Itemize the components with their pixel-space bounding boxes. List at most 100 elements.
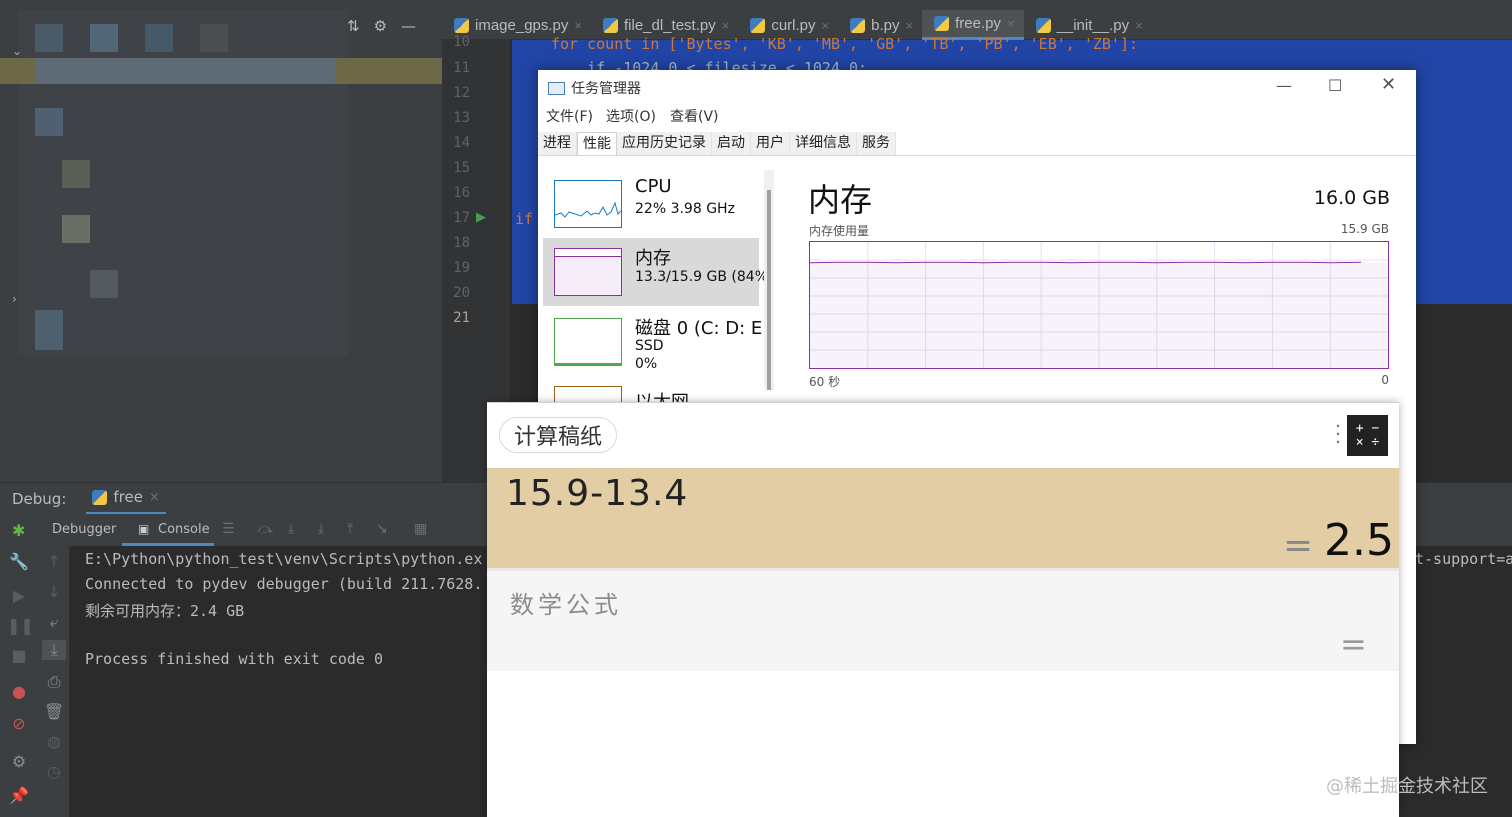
evaluate-icon[interactable]: ▦	[414, 521, 427, 537]
step-over-icon[interactable]: ⤼	[258, 521, 273, 537]
formula-area[interactable]	[487, 568, 1399, 671]
tab-label: free.py	[955, 15, 1001, 32]
close-icon[interactable]: ×	[722, 18, 730, 33]
tab-performance[interactable]: 性能	[577, 132, 617, 156]
settings-gear-icon[interactable]: ⚙	[7, 752, 31, 771]
memory-capacity: 16.0 GB	[1313, 187, 1390, 209]
project-pane[interactable]: ⌄ › ⇅ ⚙ —	[0, 10, 442, 482]
line-number: 19	[453, 260, 470, 276]
pixel-block	[35, 24, 63, 52]
task-manager-titlebar: 任务管理器	[548, 78, 641, 98]
mute-breakpoints-icon[interactable]: ⊘	[7, 714, 31, 733]
stop-icon[interactable]: ■	[7, 646, 31, 665]
resume-icon[interactable]: ▶	[7, 586, 31, 605]
perf-item-name: 内存	[635, 248, 671, 269]
line-number: 20	[453, 285, 470, 301]
memory-usage-fill	[810, 262, 1388, 368]
menu-icon[interactable]: ☰	[222, 521, 235, 537]
formula-input[interactable]: 数学公式	[510, 585, 622, 620]
scrollbar-thumb[interactable]	[767, 190, 771, 390]
calculator-mode-icon[interactable]: + − × ÷	[1347, 415, 1388, 456]
step-into-icon[interactable]: ⤓	[288, 521, 294, 537]
expand-arrow-icon[interactable]: ›	[12, 292, 17, 306]
code-line: if	[515, 210, 534, 228]
line-number: 14	[453, 135, 470, 151]
restore-layout-icon[interactable]: ◍	[42, 732, 66, 751]
bug-icon[interactable]: ✱	[12, 521, 25, 540]
step-into-my-code-icon[interactable]: ⤓	[318, 521, 324, 537]
debug-label: Debug:	[12, 489, 67, 508]
axis-right-label: 0	[1381, 373, 1389, 387]
soft-wrap-icon[interactable]: ⤶	[42, 612, 66, 632]
trash-icon[interactable]: 🗑	[42, 702, 66, 721]
pixel-block	[200, 24, 228, 52]
tab-console[interactable]: ▣ Console	[122, 514, 214, 546]
close-icon[interactable]: ×	[822, 18, 830, 33]
maximize-icon[interactable]: ☐	[1328, 76, 1342, 95]
pixel-block	[90, 24, 118, 52]
scroll-to-end-icon[interactable]: ⤓	[42, 640, 66, 660]
gear-icon[interactable]: ⚙	[374, 17, 387, 35]
collapse-all-icon[interactable]: ⇅	[347, 17, 360, 35]
tab-details[interactable]: 详细信息	[790, 132, 857, 156]
tab-startup[interactable]: 启动	[712, 132, 751, 156]
menu-file[interactable]: 文件(F)	[546, 106, 593, 126]
close-icon[interactable]: ✕	[1381, 74, 1396, 95]
line-number: 10	[453, 34, 470, 50]
wrench-icon[interactable]: 🔧	[7, 552, 31, 571]
perf-item-detail: SSD	[635, 338, 664, 354]
line-number: 13	[453, 110, 470, 126]
console-line: 剩余可用内存：2.4 GB	[85, 602, 245, 620]
perf-item-disk[interactable]: 磁盘 0 (C: D: E: SSD 0%	[543, 308, 768, 376]
collapse-arrow-icon[interactable]: ⌄	[12, 44, 22, 58]
close-icon[interactable]: ×	[1135, 18, 1143, 33]
perf-item-detail: 22% 3.98 GHz	[635, 201, 735, 217]
pixel-block	[145, 24, 173, 52]
task-manager-tabs: 进程 性能 应用历史记录 启动 用户 详细信息 服务	[538, 132, 896, 156]
down-arrow-icon[interactable]: ↓	[42, 582, 66, 601]
menu-options[interactable]: 选项(O)	[606, 106, 656, 126]
pause-icon[interactable]: ❚❚	[7, 616, 34, 635]
tab-debugger[interactable]: Debugger	[52, 522, 116, 537]
tab-processes[interactable]: 进程	[538, 132, 577, 156]
up-arrow-icon[interactable]: ↑	[42, 552, 66, 571]
step-out-icon[interactable]: ⤒	[347, 521, 353, 537]
run-gutter-icon[interactable]: ▶	[476, 210, 486, 225]
python-file-icon	[603, 17, 618, 33]
menu-view[interactable]: 查看(V)	[670, 106, 719, 126]
clock-icon[interactable]: ◷	[42, 762, 66, 781]
pixel-block	[35, 310, 63, 350]
close-icon[interactable]: ×	[149, 490, 160, 505]
close-icon[interactable]: ×	[574, 18, 582, 33]
tab-services[interactable]: 服务	[857, 132, 896, 156]
close-icon[interactable]: ×	[1007, 16, 1015, 31]
line-number: 21	[453, 310, 470, 326]
tab-users[interactable]: 用户	[751, 132, 790, 156]
breakpoints-icon[interactable]: ●	[7, 682, 31, 701]
minimize-icon[interactable]: —	[1276, 76, 1292, 95]
axis-left-label: 60 秒	[809, 375, 841, 389]
tab-app-history[interactable]: 应用历史记录	[617, 132, 712, 156]
close-icon[interactable]: ×	[905, 18, 913, 33]
more-options-icon[interactable]: · · ·	[1335, 418, 1341, 452]
perf-item-memory[interactable]: 内存 13.3/15.9 GB (84%)	[543, 238, 773, 306]
perf-item-name: 磁盘 0 (C: D: E:	[635, 318, 769, 339]
minimize-pane-icon[interactable]: —	[401, 17, 416, 35]
calculator-title-text: 计算稿纸	[514, 425, 603, 450]
result-value: 2.5	[1324, 515, 1394, 566]
calculator-mode-icon-glyphs: + − × ÷	[1355, 420, 1380, 450]
code-line: for count in ['Bytes', 'KB', 'MB', 'GB',…	[551, 35, 1138, 53]
memory-thumbnail-graph	[554, 248, 622, 296]
pin-icon[interactable]: 📌	[7, 786, 31, 805]
expression-input[interactable]: 15.9-13.4	[506, 473, 688, 514]
tab-label: b.py	[871, 16, 900, 34]
perf-item-cpu[interactable]: CPU 22% 3.98 GHz	[543, 170, 759, 238]
console-icon: ▣	[138, 522, 150, 536]
task-manager-icon	[548, 81, 565, 95]
disk-thumbnail-graph	[554, 318, 622, 366]
console-tab-label: Console	[158, 522, 210, 537]
debug-run-tab[interactable]: free ×	[86, 483, 166, 515]
calculator-window[interactable]: 计算稿纸 · · · + − × ÷ 15.9-13.4 = 2.5 数学公式 =	[487, 402, 1399, 817]
print-icon[interactable]: ⎙	[42, 672, 66, 692]
run-to-cursor-icon[interactable]: ↘	[376, 521, 388, 537]
